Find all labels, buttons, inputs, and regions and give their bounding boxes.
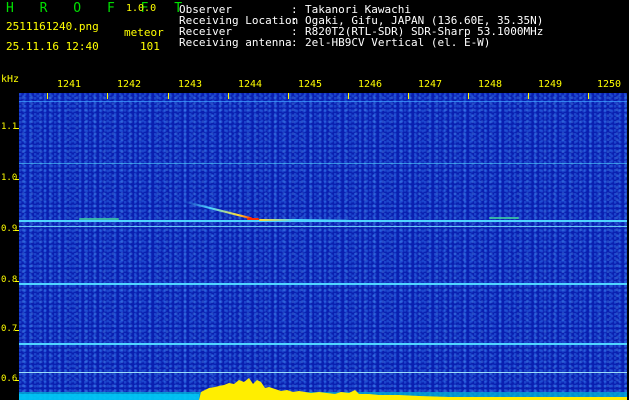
x-tick-label: 1250 [597, 79, 622, 90]
meteor-echo [183, 200, 253, 220]
y-tick-label: 0.9 [1, 224, 18, 234]
x-tick-label: 1245 [298, 79, 323, 90]
y-tick-label: 0.7 [1, 324, 18, 334]
signal-line [19, 283, 627, 285]
x-grid-tick [228, 93, 229, 99]
signal-fragment [489, 217, 519, 219]
x-tick-label: 1241 [57, 79, 82, 90]
x-grid-tick [47, 93, 48, 99]
station-separator: : [291, 36, 298, 49]
x-tick-label: 1248 [478, 79, 503, 90]
x-grid-tick [168, 93, 169, 99]
x-grid-tick [348, 93, 349, 99]
header: H R O F F T 1.0.0 2511161240.png 25.11.1… [0, 0, 629, 75]
x-tick-label: 1249 [538, 79, 563, 90]
app-logo: H R O F F T [6, 1, 192, 16]
x-grid-tick [107, 93, 108, 99]
x-grid-tick [408, 93, 409, 99]
app-version: 1.0.0 [126, 3, 157, 14]
x-axis: 1241 1242 1243 1244 1245 1246 1247 1248 … [19, 79, 629, 93]
capture-count: 101 [140, 40, 160, 53]
y-tick-label: 0.8 [1, 275, 18, 285]
signal-line [19, 163, 627, 164]
x-grid-tick [588, 93, 589, 99]
x-tick-label: 1244 [238, 79, 263, 90]
signal-level-bars [19, 378, 627, 400]
station-value: 2el-HB9CV Vertical (el. E-W) [305, 36, 491, 49]
x-tick-label: 1247 [418, 79, 443, 90]
capture-timestamp: 25.11.16 12:40 [6, 40, 99, 53]
signal-line [19, 226, 627, 227]
station-row-antenna: Receiving antenna : 2el-HB9CV Vertical (… [179, 37, 543, 48]
signal-line [19, 343, 627, 345]
meteor-echo-head [247, 218, 259, 220]
station-info: Observer : Takanori Kawachi Receiving Lo… [179, 4, 543, 48]
spectrogram [19, 93, 627, 400]
x-grid-tick [288, 93, 289, 99]
capture-mode: meteor [124, 26, 164, 39]
signal-fragment [79, 218, 119, 220]
x-tick-label: 1243 [178, 79, 203, 90]
station-label: Receiving antenna [179, 36, 292, 49]
y-tick-label: 1.1 [1, 122, 18, 132]
y-tick-label: 0.6 [1, 374, 18, 384]
y-axis: 1.1 1.0 0.9 0.8 0.7 0.6 [0, 80, 19, 400]
y-tick-label: 1.0 [1, 173, 18, 183]
meteor-echo-tail [259, 219, 349, 221]
x-tick-label: 1242 [117, 79, 142, 90]
x-tick-label: 1246 [358, 79, 383, 90]
capture-filename: 2511161240.png [6, 20, 99, 33]
signal-line [19, 101, 627, 102]
x-grid-tick [528, 93, 529, 99]
x-grid-tick [468, 93, 469, 99]
